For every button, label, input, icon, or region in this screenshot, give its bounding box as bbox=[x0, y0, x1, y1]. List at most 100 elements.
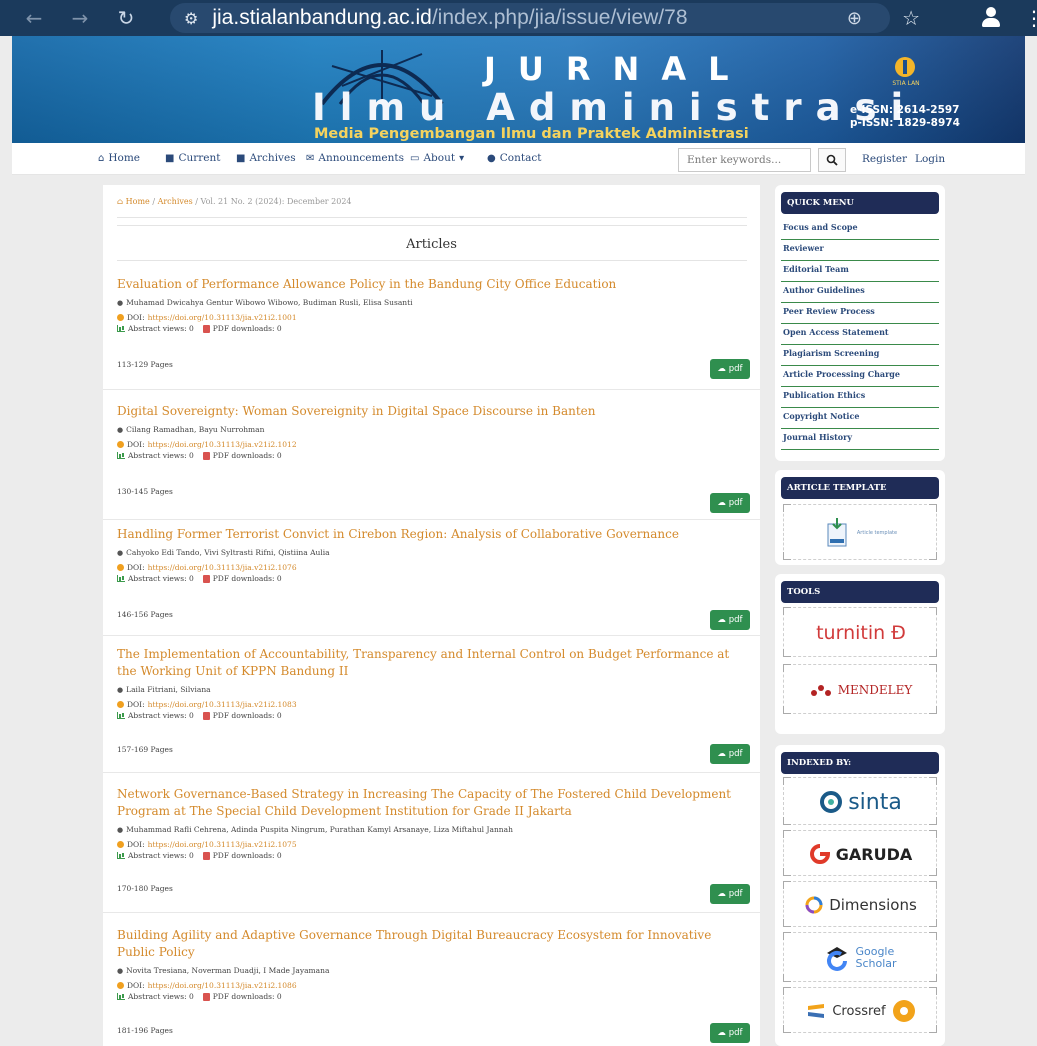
article-pages: 113-129 Pages bbox=[117, 360, 173, 369]
quick-menu-item[interactable]: Peer Review Process bbox=[781, 303, 939, 324]
nav-contact[interactable]: ● Contact bbox=[487, 152, 541, 164]
pdf-label: pdf bbox=[728, 498, 743, 508]
authors-text: Muhamad Dwicahya Gentur Wibowo Wibowo, B… bbox=[126, 298, 413, 307]
article-stats: Abstract views: 0 PDF downloads: 0 bbox=[117, 711, 747, 720]
browser-menu-icon[interactable]: ⋮ bbox=[1024, 6, 1037, 30]
doi-icon bbox=[117, 982, 124, 989]
quick-menu-item[interactable]: Focus and Scope bbox=[781, 219, 939, 240]
bookmark-star-icon[interactable]: ☆ bbox=[902, 6, 920, 30]
article-title[interactable]: Digital Sovereignty: Woman Sovereignity … bbox=[117, 403, 747, 420]
pdf-downloads: PDF downloads: 0 bbox=[212, 451, 282, 460]
cloud-download-icon: ☁ bbox=[717, 364, 729, 374]
abstract-views: Abstract views: 0 bbox=[128, 451, 194, 460]
profile-icon[interactable] bbox=[980, 6, 1002, 30]
authors-text: Novita Tresiana, Noverman Duadji, I Made… bbox=[126, 966, 330, 975]
article-stats: Abstract views: 0 PDF downloads: 0 bbox=[117, 851, 747, 860]
article-stats: Abstract views: 0 PDF downloads: 0 bbox=[117, 451, 747, 460]
article-title[interactable]: Network Governance-Based Strategy in Inc… bbox=[117, 786, 747, 820]
pdf-button[interactable]: ☁ pdf bbox=[710, 359, 750, 379]
pdf-button[interactable]: ☁ pdf bbox=[710, 493, 750, 513]
quick-menu-item[interactable]: Author Guidelines bbox=[781, 282, 939, 303]
address-bar[interactable]: ⚙ jia.stialanbandung.ac.id/index.php/jia… bbox=[170, 3, 920, 33]
search-button[interactable] bbox=[818, 148, 846, 172]
turnitin-link[interactable]: turnitin Ɖ bbox=[783, 607, 937, 657]
user-icon: ● bbox=[117, 298, 124, 307]
chart-icon bbox=[117, 452, 125, 459]
user-icon: ● bbox=[117, 685, 124, 694]
article-template-download[interactable]: Article template bbox=[783, 504, 937, 560]
abstract-views: Abstract views: 0 bbox=[128, 851, 194, 860]
nav-home-label: Home bbox=[108, 152, 141, 164]
doi-label: DOI: bbox=[127, 981, 145, 990]
eissn-text: e-ISSN: 2614-2597 bbox=[850, 104, 960, 116]
monitor-icon: ▭ bbox=[410, 152, 420, 164]
breadcrumb-home[interactable]: Home bbox=[126, 197, 150, 206]
article-title[interactable]: Handling Former Terrorist Convict in Cir… bbox=[117, 526, 747, 543]
tools-header: TOOLS bbox=[781, 581, 939, 603]
sinta-link[interactable]: sinta bbox=[783, 777, 937, 825]
article-template-label: Article template bbox=[856, 530, 898, 536]
pdf-button[interactable]: ☁ pdf bbox=[710, 610, 750, 630]
authors-text: Cilang Ramadhan, Bayu Nurrohman bbox=[126, 425, 265, 434]
reload-icon[interactable]: ↻ bbox=[114, 6, 138, 30]
quick-menu-header: QUICK MENU bbox=[781, 192, 939, 214]
garuda-logo: GARUDA bbox=[835, 844, 913, 864]
nav-announcements[interactable]: ✉ Announcements bbox=[306, 152, 404, 164]
article-item: Handling Former Terrorist Convict in Cir… bbox=[103, 526, 760, 641]
nav-current-label: Current bbox=[178, 152, 221, 164]
nav-archives[interactable]: ■ Archives bbox=[236, 152, 296, 164]
journal-banner[interactable]: JURNAL Ilmu Administrasi Media Pengemban… bbox=[12, 36, 1025, 143]
quick-menu-item[interactable]: Reviewer bbox=[781, 240, 939, 261]
doi-label: DOI: bbox=[127, 840, 145, 849]
doi-link[interactable]: https://doi.org/10.31113/jia.v21i2.1012 bbox=[148, 440, 297, 449]
dimensions-icon bbox=[805, 896, 823, 914]
zoom-icon[interactable]: ⊕ bbox=[847, 8, 862, 29]
authors-text: Cahyoko Edi Tando, Vivi Syltrasti Rifni,… bbox=[126, 548, 330, 557]
register-link[interactable]: Register bbox=[862, 153, 907, 165]
doi-icon bbox=[117, 701, 124, 708]
nav-about[interactable]: ▭ About ▾ bbox=[410, 152, 464, 164]
crossref-link[interactable]: Crossref bbox=[783, 987, 937, 1033]
google-scholar-link[interactable]: Google Scholar bbox=[783, 932, 937, 982]
doi-link[interactable]: https://doi.org/10.31113/jia.v21i2.1075 bbox=[148, 840, 297, 849]
garuda-link[interactable]: GARUDA bbox=[783, 830, 937, 876]
article-stats: Abstract views: 0 PDF downloads: 0 bbox=[117, 324, 747, 333]
mendeley-link[interactable]: MENDELEY bbox=[783, 664, 937, 714]
pdf-button[interactable]: ☁ pdf bbox=[710, 884, 750, 904]
article-pages: 130-145 Pages bbox=[117, 487, 173, 496]
quick-menu-item[interactable]: Open Access Statement bbox=[781, 324, 939, 345]
divider bbox=[103, 635, 760, 636]
site-settings-icon[interactable]: ⚙ bbox=[184, 9, 198, 28]
nav-current[interactable]: ■ Current bbox=[165, 152, 220, 164]
back-icon[interactable]: ← bbox=[22, 6, 46, 30]
doi-link[interactable]: https://doi.org/10.31113/jia.v21i2.1001 bbox=[148, 313, 297, 322]
pdf-button[interactable]: ☁ pdf bbox=[710, 744, 750, 764]
divider bbox=[117, 225, 747, 226]
dimensions-link[interactable]: Dimensions bbox=[783, 881, 937, 927]
pdf-button[interactable]: ☁ pdf bbox=[710, 1023, 750, 1043]
article-doi: DOI: https://doi.org/10.31113/jia.v21i2.1… bbox=[117, 563, 747, 572]
abstract-views: Abstract views: 0 bbox=[128, 992, 194, 1001]
quick-menu-item[interactable]: Plagiarism Screening bbox=[781, 345, 939, 366]
sinta-icon bbox=[820, 791, 843, 813]
doi-link[interactable]: https://doi.org/10.31113/jia.v21i2.1076 bbox=[148, 563, 297, 572]
article-authors: ● Cahyoko Edi Tando, Vivi Syltrasti Rifni… bbox=[117, 548, 747, 557]
login-link[interactable]: Login bbox=[915, 153, 945, 165]
doi-link[interactable]: https://doi.org/10.31113/jia.v21i2.1086 bbox=[148, 981, 297, 990]
breadcrumb-archives[interactable]: Archives bbox=[158, 197, 193, 206]
article-title[interactable]: The Implementation of Accountability, Tr… bbox=[117, 646, 747, 680]
forward-icon[interactable]: → bbox=[68, 6, 92, 30]
quick-menu-item[interactable]: Copyright Notice bbox=[781, 408, 939, 429]
quick-menu-item[interactable]: Journal History bbox=[781, 429, 939, 450]
article-title[interactable]: Building Agility and Adaptive Governance… bbox=[117, 927, 747, 961]
divider bbox=[117, 260, 747, 261]
article-title[interactable]: Evaluation of Performance Allowance Poli… bbox=[117, 276, 747, 293]
search-input[interactable]: Enter keywords... bbox=[678, 148, 811, 172]
pdf-file-icon bbox=[202, 711, 210, 720]
quick-menu-item[interactable]: Editorial Team bbox=[781, 261, 939, 282]
quick-menu-item[interactable]: Publication Ethics bbox=[781, 387, 939, 408]
quick-menu-item[interactable]: Article Processing Charge bbox=[781, 366, 939, 387]
pdf-label: pdf bbox=[728, 615, 743, 625]
nav-home[interactable]: ⌂ Home bbox=[98, 152, 140, 164]
doi-link[interactable]: https://doi.org/10.31113/jia.v21i2.1083 bbox=[148, 700, 297, 709]
